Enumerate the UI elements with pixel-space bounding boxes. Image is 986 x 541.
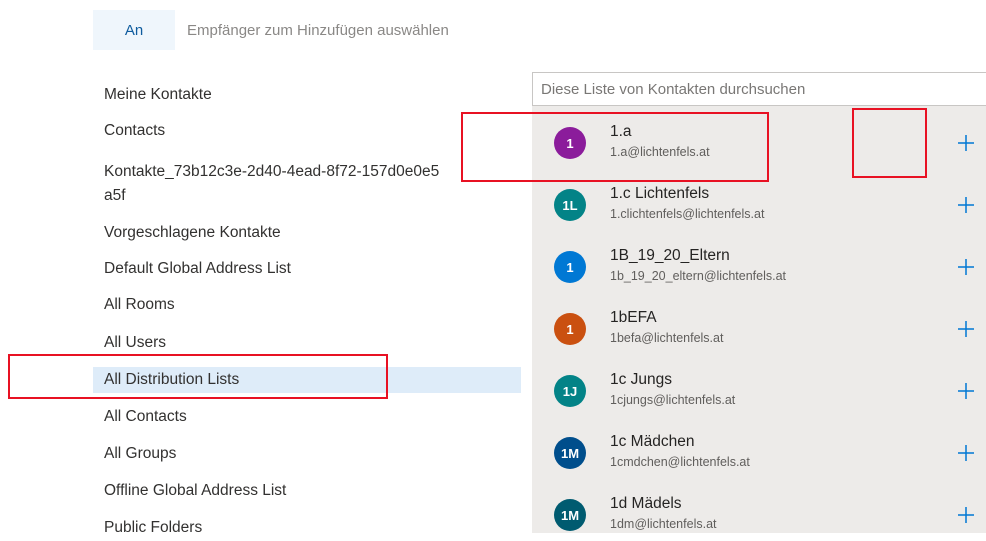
- address-book-label: Offline Global Address List: [104, 482, 287, 499]
- avatar: 1: [554, 127, 586, 159]
- contact-name: 1d Mädels: [610, 495, 682, 512]
- contact-name: 1bEFA: [610, 309, 657, 326]
- avatar: 1J: [554, 375, 586, 407]
- contact-panel: 1 1.a 1.a@lichtenfels.at 1L 1.c Lichtenf…: [532, 72, 986, 533]
- recipient-hint: Empfänger zum Hinzufügen auswählen: [187, 21, 449, 39]
- address-book-item[interactable]: Public Folders: [93, 517, 521, 541]
- address-book-label: Vorgeschlagene Kontakte: [104, 224, 281, 241]
- add-contact-button[interactable]: [952, 129, 980, 157]
- plus-icon: [958, 135, 974, 151]
- contact-email: 1cjungs@lichtenfels.at: [610, 393, 736, 407]
- add-contact-button[interactable]: [952, 501, 980, 529]
- address-book-item[interactable]: All Contacts: [93, 406, 521, 430]
- address-book-label: Meine Kontakte: [104, 86, 212, 103]
- address-book-item[interactable]: Kontakte_73b12c3e-2d40-4ead-8f72-157d0e0…: [93, 160, 521, 208]
- address-book-item[interactable]: All Groups: [93, 443, 521, 467]
- address-book-item[interactable]: Contacts: [93, 120, 521, 144]
- address-book-label: Public Folders: [104, 519, 203, 536]
- contact-name: 1B_19_20_Eltern: [610, 247, 730, 264]
- avatar: 1L: [554, 189, 586, 221]
- add-contact-button[interactable]: [952, 439, 980, 467]
- address-book-label: All Groups: [104, 445, 177, 462]
- avatar: 1M: [554, 437, 586, 469]
- address-book-item[interactable]: Meine Kontakte: [93, 84, 521, 108]
- contact-name: 1c Jungs: [610, 371, 673, 388]
- contact-row[interactable]: 1M 1c Mädchen 1cmdchen@lichtenfels.at: [532, 422, 986, 484]
- contact-row[interactable]: 1L 1.c Lichtenfels 1.clichtenfels@lichte…: [532, 174, 986, 236]
- address-book-item[interactable]: All Users: [93, 332, 521, 356]
- address-book-item-selected[interactable]: All Distribution Lists: [93, 367, 521, 393]
- contact-email: 1.clichtenfels@lichtenfels.at: [610, 207, 765, 221]
- contact-row[interactable]: 1J 1c Jungs 1cjungs@lichtenfels.at: [532, 360, 986, 422]
- to-button[interactable]: An: [93, 10, 175, 50]
- address-book-label: Contacts: [104, 122, 166, 139]
- contact-name: 1.a: [610, 123, 632, 140]
- address-book-label: All Distribution Lists: [104, 371, 240, 388]
- address-book-label: All Contacts: [104, 408, 187, 425]
- plus-icon: [958, 445, 974, 461]
- recipient-row: An Empfänger zum Hinzufügen auswählen: [93, 10, 449, 50]
- plus-icon: [958, 507, 974, 523]
- plus-icon: [958, 321, 974, 337]
- avatar: 1: [554, 251, 586, 283]
- contact-email: 1dm@lichtenfels.at: [610, 517, 717, 531]
- avatar: 1: [554, 313, 586, 345]
- address-book-label: All Users: [104, 334, 167, 351]
- avatar: 1M: [554, 499, 586, 531]
- contact-row[interactable]: 1 1.a 1.a@lichtenfels.at: [532, 112, 986, 174]
- add-contact-button[interactable]: [952, 253, 980, 281]
- contact-email: 1cmdchen@lichtenfels.at: [610, 455, 750, 469]
- contact-email: 1befa@lichtenfels.at: [610, 331, 724, 345]
- add-contact-button[interactable]: [952, 377, 980, 405]
- address-book-item[interactable]: All Rooms: [93, 294, 521, 318]
- to-label: An: [124, 21, 144, 39]
- contact-email: 1.a@lichtenfels.at: [610, 145, 710, 159]
- contact-name: 1c Mädchen: [610, 433, 695, 450]
- add-contact-button[interactable]: [952, 315, 980, 343]
- address-book-item[interactable]: Default Global Address List: [93, 258, 521, 282]
- contact-row[interactable]: 1 1bEFA 1befa@lichtenfels.at: [532, 298, 986, 360]
- plus-icon: [958, 197, 974, 213]
- contact-search-input[interactable]: [532, 72, 986, 106]
- add-contact-button[interactable]: [952, 191, 980, 219]
- address-book-label: Default Global Address List: [104, 260, 291, 277]
- address-book-item[interactable]: Offline Global Address List: [93, 480, 521, 504]
- address-book-label: All Rooms: [104, 296, 175, 313]
- plus-icon: [958, 383, 974, 399]
- contact-name: 1.c Lichtenfels: [610, 185, 710, 202]
- contact-row[interactable]: 1M 1d Mädels 1dm@lichtenfels.at: [532, 484, 986, 533]
- address-book-label: Kontakte_73b12c3e-2d40-4ead-8f72-157d0e0…: [104, 163, 440, 204]
- address-book-item[interactable]: Vorgeschlagene Kontakte: [93, 222, 521, 246]
- plus-icon: [958, 259, 974, 275]
- contact-row[interactable]: 1 1B_19_20_Eltern 1b_19_20_eltern@lichte…: [532, 236, 986, 298]
- contact-email: 1b_19_20_eltern@lichtenfels.at: [610, 269, 787, 283]
